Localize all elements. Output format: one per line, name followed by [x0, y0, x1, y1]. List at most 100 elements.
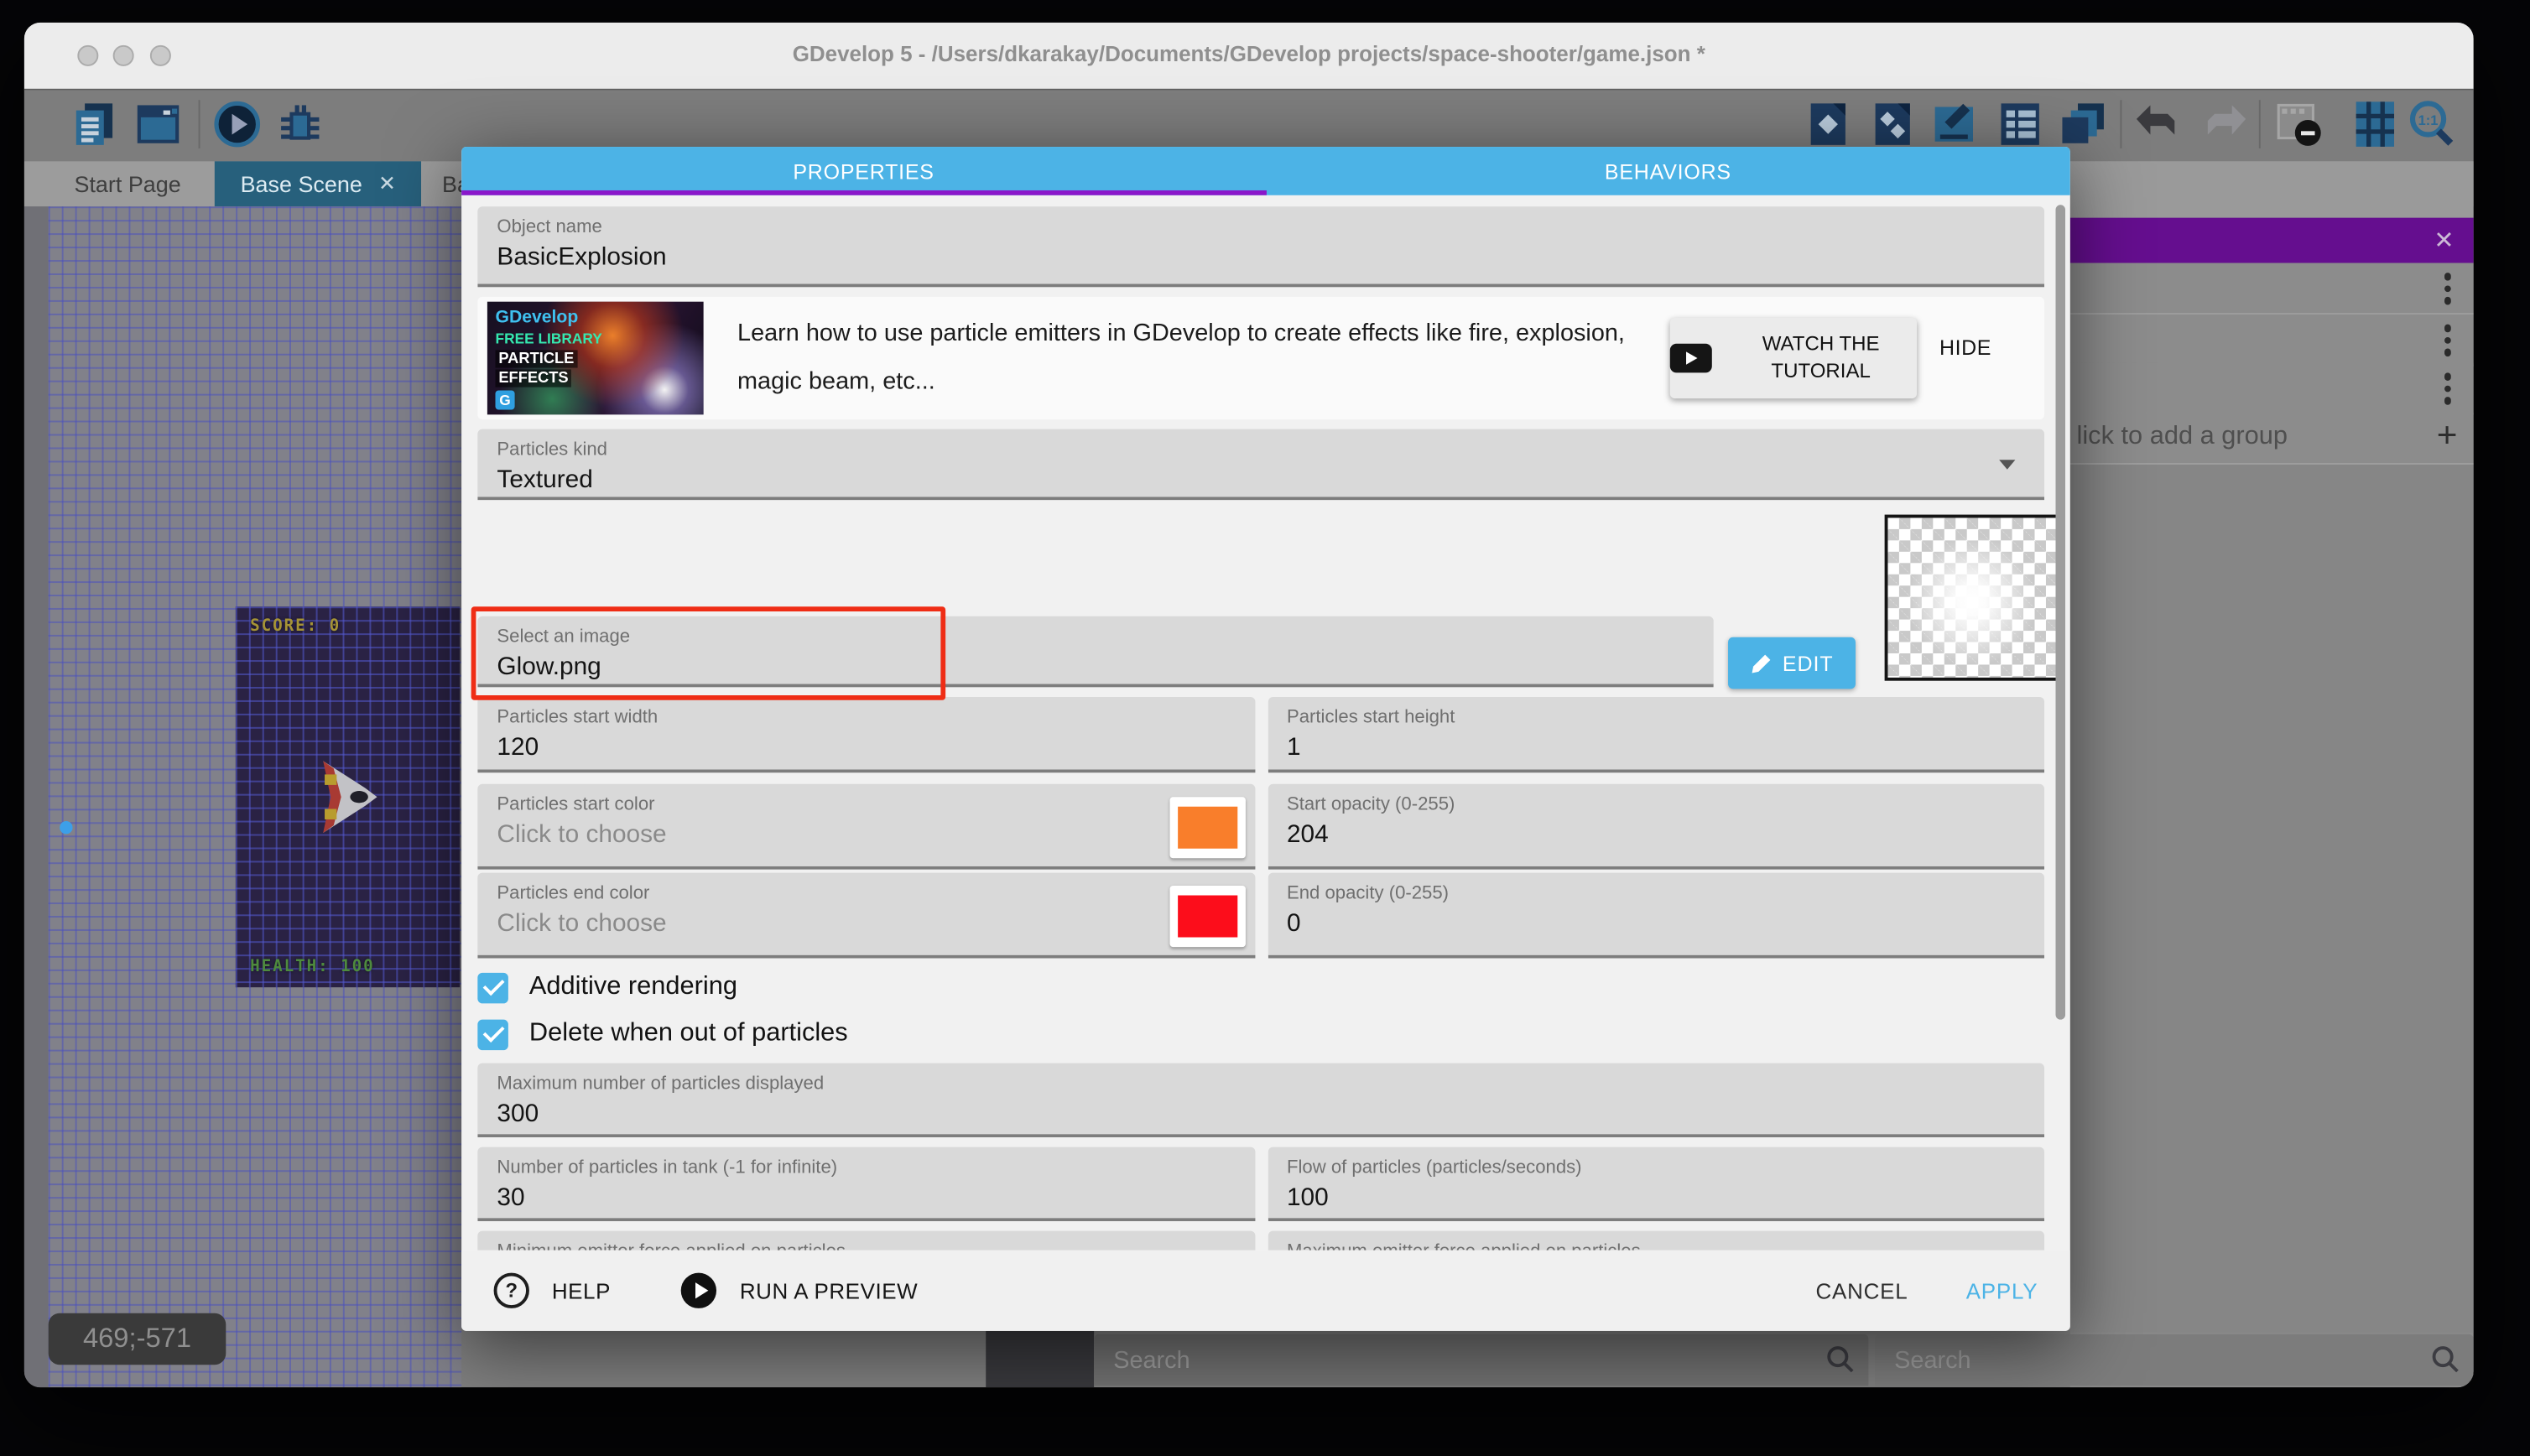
start-opacity-field[interactable]: Start opacity (0-255) 204: [1268, 784, 2044, 870]
objects-panel-header: ✕: [2070, 218, 2474, 263]
particles-kind-select[interactable]: Particles kind Textured: [477, 429, 2044, 501]
add-icon[interactable]: +: [2437, 414, 2458, 456]
brush-icon: [1750, 653, 1771, 673]
watch-tutorial-button[interactable]: WATCH THE TUTORIAL: [1670, 318, 1917, 398]
tab-start-page[interactable]: Start Page: [49, 161, 207, 206]
gdevelop-logo: G: [496, 390, 515, 409]
field-value: 100: [1287, 1184, 2025, 1214]
close-tab-icon[interactable]: ✕: [378, 171, 396, 197]
toggle-grid-icon[interactable]: [2350, 100, 2399, 148]
additive-rendering-checkbox[interactable]: [477, 972, 508, 1003]
add-group-label: lick to add a group: [2077, 423, 2288, 452]
object-list-item[interactable]: [2070, 315, 2474, 367]
kebab-menu-icon[interactable]: [2444, 273, 2451, 304]
objects-panel-icon[interactable]: [1804, 100, 1852, 148]
objects-panel-body: [2070, 465, 2474, 1333]
max-particles-field[interactable]: Maximum number of particles displayed 30…: [477, 1063, 2044, 1137]
object-list-item[interactable]: [2070, 263, 2474, 315]
properties-icon[interactable]: [1929, 100, 1978, 148]
hide-button[interactable]: HIDE: [1939, 335, 1991, 360]
cursor-coordinates-badge: 469;-571: [49, 1313, 226, 1365]
tutorial-text: Learn how to use particle emitters in GD…: [737, 309, 1641, 406]
preview-window-icon[interactable]: [134, 100, 183, 148]
object-groups-icon[interactable]: [1868, 100, 1917, 148]
select-image-field[interactable]: Select an image Glow.png: [477, 616, 1713, 688]
particles-tank-field[interactable]: Number of particles in tank (-1 for infi…: [477, 1147, 1254, 1221]
field-label: Particles start width: [497, 708, 1235, 727]
end-color-swatch[interactable]: [1177, 896, 1236, 938]
image-section: Select an image Glow.png EDIT: [477, 500, 2044, 689]
search-input[interactable]: [1094, 1334, 1868, 1386]
player-ship-sprite[interactable]: [320, 755, 381, 839]
thumb-text: GDevelop: [496, 308, 579, 327]
start-width-field[interactable]: Particles start width 120: [477, 697, 1254, 772]
svg-text:1:1: 1:1: [2418, 113, 2439, 128]
min-force-field[interactable]: Minimum emitter force applied on particl…: [477, 1231, 1254, 1251]
thumb-text: FREE LIBRARY: [496, 330, 602, 346]
field-value: 204: [1287, 821, 2025, 850]
scene-editor-canvas[interactable]: SCORE: 0 HEALTH: 100: [49, 206, 461, 1387]
field-value: BasicExplosion: [497, 243, 2025, 273]
apply-button[interactable]: APPLY: [1966, 1278, 2038, 1303]
search-bar-instances: [1094, 1334, 1868, 1386]
project-manager-icon[interactable]: [71, 100, 120, 148]
redo-icon[interactable]: [2201, 100, 2250, 148]
color-swatch-card[interactable]: [1169, 886, 1245, 947]
scene-bounds[interactable]: SCORE: 0 HEALTH: 100: [236, 606, 460, 987]
add-group-row[interactable]: lick to add a group +: [2070, 413, 2474, 465]
search-bar-objects: [1875, 1334, 2474, 1386]
button-label: WATCH THE TUTORIAL: [1725, 330, 1917, 385]
end-opacity-field[interactable]: End opacity (0-255) 0: [1268, 873, 2044, 959]
run-preview-button[interactable]: RUN A PREVIEW: [740, 1278, 918, 1303]
help-icon[interactable]: ?: [494, 1273, 529, 1308]
toggle-mask-icon[interactable]: [2275, 100, 2324, 148]
debug-icon[interactable]: [276, 100, 325, 148]
youtube-play-icon: [1670, 344, 1712, 373]
dialog-scrollbar[interactable]: [2056, 205, 2066, 1019]
tab-label: Base Scene: [241, 171, 362, 197]
undo-icon[interactable]: [2133, 100, 2182, 148]
field-value: 30: [497, 1184, 1235, 1214]
max-force-field[interactable]: Maximum emitter force applied on particl…: [1268, 1231, 2044, 1251]
zoom-1-1-icon[interactable]: 1:1: [2408, 100, 2456, 148]
dialog-tabs: PROPERTIES BEHAVIORS: [461, 147, 2070, 195]
instances-list-icon[interactable]: [1996, 100, 2044, 148]
tutorial-thumbnail[interactable]: GDevelop FREE LIBRARY PARTICLE EFFECTS G: [487, 302, 704, 415]
tab-properties[interactable]: PROPERTIES: [461, 147, 1266, 195]
start-height-field[interactable]: Particles start height 1: [1268, 697, 2044, 772]
object-list-item[interactable]: [2070, 363, 2474, 415]
particles-flow-field[interactable]: Flow of particles (particles/seconds) 10…: [1268, 1147, 2044, 1221]
field-label: Maximum number of particles displayed: [497, 1074, 2025, 1094]
field-label: Object name: [497, 218, 2025, 237]
tank-flow-row: Number of particles in tank (-1 for infi…: [477, 1147, 2044, 1221]
delete-when-out-checkbox[interactable]: [477, 1019, 508, 1050]
tab-behaviors[interactable]: BEHAVIORS: [1266, 147, 2070, 195]
end-color-field[interactable]: Particles end color Click to choose: [477, 873, 1254, 959]
tutorial-banner: GDevelop FREE LIBRARY PARTICLE EFFECTS G…: [477, 297, 2044, 419]
selection-handle[interactable]: [60, 821, 72, 834]
close-panel-icon[interactable]: ✕: [2434, 226, 2454, 255]
start-color-field[interactable]: Particles start color Click to choose: [477, 784, 1254, 870]
kebab-menu-icon[interactable]: [2444, 325, 2451, 356]
object-name-field[interactable]: Object name BasicExplosion: [477, 206, 2044, 287]
play-icon[interactable]: [213, 100, 262, 148]
field-label: Number of particles in tank (-1 for infi…: [497, 1158, 1235, 1178]
health-text: HEALTH: 100: [250, 959, 375, 976]
thumb-text: PARTICLE: [496, 350, 578, 367]
kebab-menu-icon[interactable]: [2444, 372, 2451, 404]
color-swatch-card[interactable]: [1169, 797, 1245, 858]
field-label: Particles end color: [497, 884, 1235, 903]
toolbar-separator: [2259, 100, 2261, 148]
help-button[interactable]: HELP: [552, 1278, 611, 1303]
start-color-swatch[interactable]: [1177, 807, 1236, 849]
field-label: Particles start height: [1287, 708, 2025, 727]
search-input[interactable]: [1875, 1334, 2474, 1386]
search-icon: [1826, 1345, 1856, 1375]
cancel-button[interactable]: CANCEL: [1815, 1278, 1908, 1303]
objects-panel-top: [2070, 161, 2474, 217]
edit-image-button[interactable]: EDIT: [1728, 637, 1856, 689]
layers-icon[interactable]: [2059, 100, 2107, 148]
search-icon: [2432, 1345, 2461, 1375]
run-preview-icon[interactable]: [682, 1273, 717, 1308]
tab-base-scene[interactable]: Base Scene ✕: [215, 161, 422, 206]
